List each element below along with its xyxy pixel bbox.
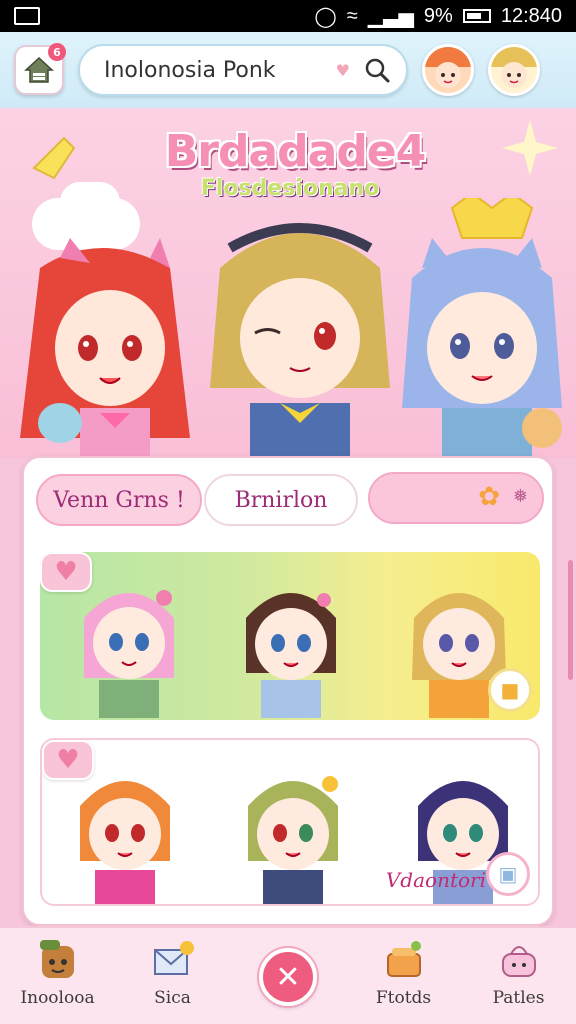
sticker-pack-label: Vdaontori	[385, 868, 486, 892]
nav-item-inoolooa[interactable]: Inoolooa	[0, 928, 115, 1024]
sticker-green-hair[interactable]	[238, 756, 348, 906]
bag-icon	[501, 946, 536, 977]
friend-avatar[interactable]	[422, 44, 474, 96]
nav-label: Sica	[154, 988, 191, 1008]
character-red-hair	[20, 238, 190, 458]
sticker-card: Venn Grns ! Brnirlon ✿ ❅ ♥ ■ ♥ Vdaontori…	[22, 456, 554, 926]
search-input[interactable]	[104, 57, 336, 83]
notification-badge: 6	[48, 43, 66, 61]
character-icon	[39, 940, 74, 978]
sticker-pack-1[interactable]: ♥ ■	[40, 552, 540, 720]
scrollbar[interactable]	[568, 560, 573, 680]
close-button[interactable]: ✕	[259, 948, 317, 1006]
clock: 12:840	[500, 4, 562, 27]
top-bar: 6 ♥	[0, 32, 576, 108]
hero-banner: Brdadade4 Flosdesionano	[0, 108, 576, 458]
hero-title: Brdadade4	[164, 126, 427, 177]
bottom-nav: Inoolooa Sica ✕ Ftotds Patles	[0, 926, 576, 1024]
basket-icon	[386, 941, 421, 977]
tab-second[interactable]: Brnirlon	[204, 474, 358, 526]
battery-percent: 9%	[423, 4, 453, 27]
cup-icon: ▣	[498, 862, 518, 886]
tab-label: Venn Grns !	[53, 487, 185, 513]
moon-icon	[32, 136, 76, 180]
wifi-icon: ≈	[346, 4, 358, 27]
house-icon	[24, 56, 54, 83]
status-right: ◯ ≈ ▁▃▅ 9% 12:840	[314, 4, 562, 29]
user-avatar[interactable]	[488, 44, 540, 96]
cloud-decoration	[60, 182, 120, 222]
alarm-icon: ◯	[314, 5, 337, 28]
battery-icon	[462, 9, 491, 23]
nav-label: Inoolooa	[20, 988, 95, 1008]
paw-icon: ❅	[512, 486, 528, 507]
sticker-pack-2[interactable]: ♥ Vdaontori ▣	[40, 738, 540, 906]
sticker-action-button[interactable]: ■	[488, 668, 532, 712]
nav-label: Patles	[492, 988, 545, 1008]
home-button[interactable]: 6	[14, 43, 66, 95]
nav-label: Ftotds	[375, 988, 432, 1008]
flower-icon: ✿	[478, 482, 500, 512]
sticker-orange-hair[interactable]	[70, 756, 180, 906]
image-notification-icon	[14, 7, 40, 25]
jar-icon: ■	[500, 678, 520, 702]
close-icon: ✕	[275, 959, 301, 995]
signal-icon: ▁▃▅	[367, 5, 414, 28]
search-bar[interactable]: ♥	[78, 44, 408, 96]
character-blue-hair	[402, 198, 562, 458]
sparkle-icon	[502, 120, 558, 176]
hero-subtitle: Flosdesionano	[200, 176, 380, 201]
tab-third[interactable]: ✿ ❅	[368, 472, 544, 524]
sticker-pink-hair[interactable]	[74, 568, 184, 718]
character-blonde	[210, 223, 390, 458]
envelope-icon	[153, 941, 194, 975]
status-bar: ◯ ≈ ▁▃▅ 9% 12:840	[0, 0, 576, 32]
sticker-action-button[interactable]: ▣	[486, 852, 530, 896]
search-icon[interactable]	[364, 57, 390, 83]
nav-item-patles[interactable]: Patles	[461, 928, 576, 1024]
tab-label: Brnirlon	[234, 487, 328, 513]
nav-center: ✕	[230, 928, 346, 1024]
nav-item-ftotds[interactable]: Ftotds	[346, 928, 461, 1024]
sticker-brown-hair[interactable]	[236, 568, 346, 718]
nav-item-sica[interactable]: Sica	[115, 928, 230, 1024]
tab-first[interactable]: Venn Grns !	[36, 474, 202, 526]
heart-icon: ♥	[335, 60, 350, 80]
